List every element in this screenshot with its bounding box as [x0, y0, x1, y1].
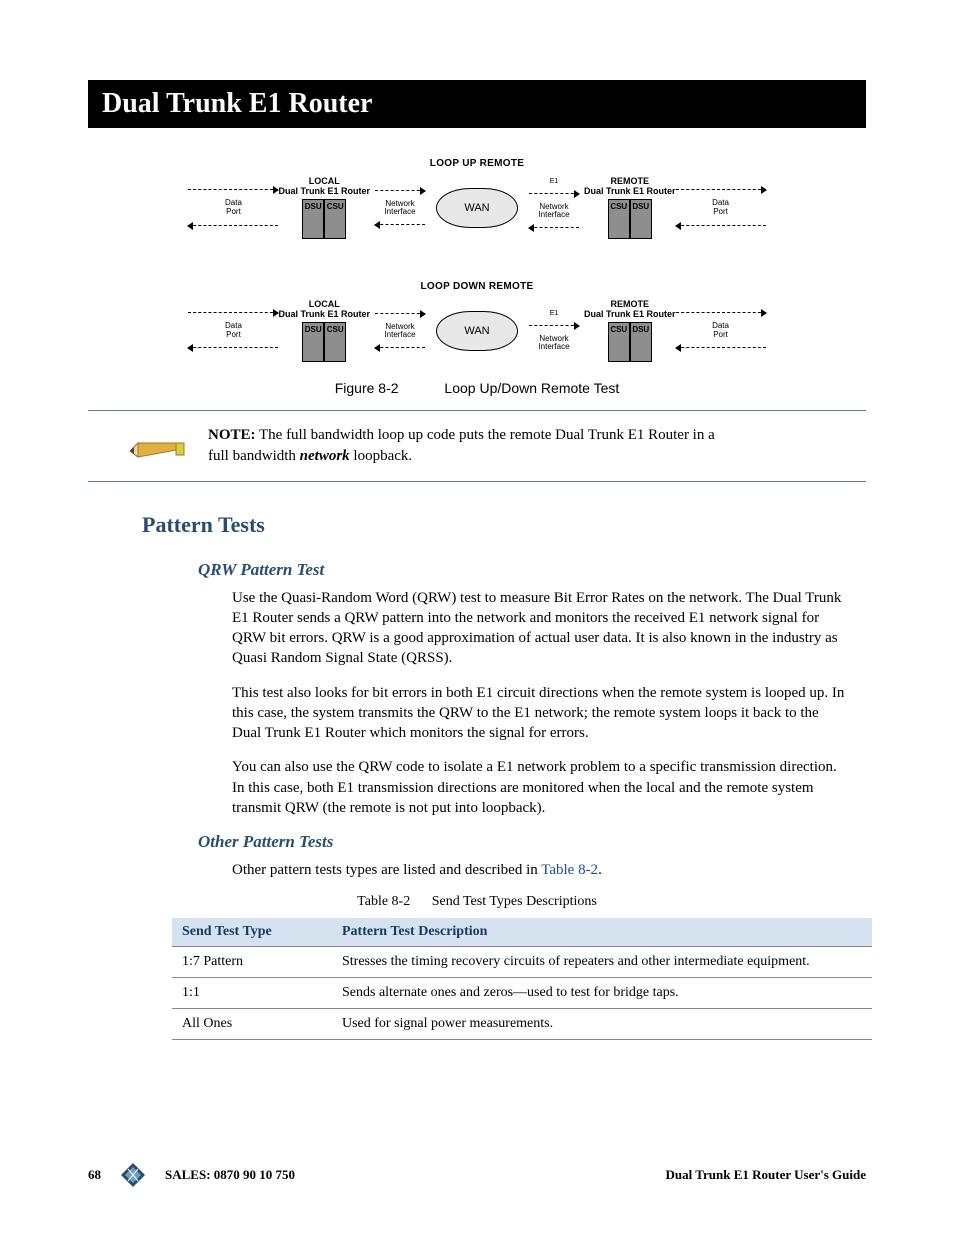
table-row: All Ones Used for signal power measureme… [172, 1009, 872, 1040]
page-title: Dual Trunk E1 Router [102, 88, 372, 119]
loop-diagram: LOOP UP REMOTE DataPort LOCALDual Trunk … [88, 152, 866, 410]
table-row: 1:7 Pattern Stresses the timing recovery… [172, 947, 872, 978]
note-block: NOTE: The full bandwidth loop up code pu… [88, 411, 866, 481]
arrow-right-icon [375, 190, 425, 192]
arrow-right-icon [676, 312, 766, 314]
page-number: 68 [88, 1167, 101, 1183]
arrow-right-icon [676, 189, 766, 191]
page-title-bar: Dual Trunk E1 Router [88, 80, 866, 128]
guide-title: Dual Trunk E1 Router User's Guide [666, 1167, 866, 1183]
diamond-logo-icon [115, 1161, 151, 1189]
table-header-row: Send Test Type Pattern Test Description [172, 918, 872, 947]
arrow-right-icon [188, 312, 278, 314]
pencil-icon [128, 427, 192, 461]
arrow-left-icon [529, 227, 579, 229]
netif-label: NetworkInterface [538, 203, 569, 219]
figure-caption: Figure 8-2 Loop Up/Down Remote Test [335, 380, 620, 396]
subheading-qrw: QRW Pattern Test [198, 560, 866, 580]
dsu-box: DSU [630, 199, 652, 239]
data-port-label: DataPort [712, 199, 729, 217]
send-test-table: Send Test Type Pattern Test Description … [172, 918, 872, 1040]
col-header-desc: Pattern Test Description [332, 918, 872, 947]
col-header-type: Send Test Type [172, 918, 332, 947]
remote-unit: REMOTEDual Trunk E1 Router CSU DSU [584, 177, 676, 239]
table-caption: Table 8-2 Send Test Types Descriptions [88, 894, 866, 910]
arrow-left-icon [188, 225, 278, 227]
arrow-right-icon [529, 325, 579, 327]
body-paragraph: Other pattern tests types are listed and… [232, 860, 848, 880]
subheading-other: Other Pattern Tests [198, 832, 866, 852]
arrow-left-icon [676, 347, 766, 349]
body-paragraph: You can also use the QRW code to isolate… [232, 757, 848, 818]
loop-down-row: DataPort LOCALDual Trunk E1 Router DSU C… [188, 300, 765, 362]
divider [88, 481, 866, 482]
arrow-left-icon [375, 347, 425, 349]
page: Dual Trunk E1 Router LOOP UP REMOTE Data… [0, 0, 954, 1235]
loop-up-title: LOOP UP REMOTE [430, 158, 524, 169]
arrow-right-icon [188, 189, 278, 191]
e1-label: E1 [550, 178, 559, 185]
csu-box: CSU [608, 199, 630, 239]
note-text: NOTE: The full bandwidth loop up code pu… [208, 425, 728, 467]
sales-text: SALES: 0870 90 10 750 [165, 1167, 295, 1183]
left-arrows: DataPort [188, 181, 278, 235]
local-unit: LOCALDual Trunk E1 Router DSU CSU [278, 177, 370, 239]
section-heading-pattern-tests: Pattern Tests [142, 512, 866, 538]
netif-label: NetworkInterface [384, 200, 415, 216]
arrow-left-icon [188, 347, 278, 349]
loop-up-row: DataPort LOCALDual Trunk E1 Router DSU C… [188, 177, 765, 239]
arrow-left-icon [676, 225, 766, 227]
body-paragraph: Use the Quasi-Random Word (QRW) test to … [232, 588, 848, 669]
arrow-right-icon [375, 313, 425, 315]
dsu-box: DSU [302, 199, 324, 239]
page-footer: 68 SALES: 0870 90 10 750 Dual Trunk E1 R… [88, 1161, 866, 1189]
loop-down-title: LOOP DOWN REMOTE [421, 281, 534, 292]
body-paragraph: This test also looks for bit errors in b… [232, 683, 848, 744]
right-arrows: DataPort [676, 181, 766, 235]
arrow-right-icon [529, 193, 579, 195]
table-row: 1:1 Sends alternate ones and zeros—used … [172, 978, 872, 1009]
csu-box: CSU [324, 199, 346, 239]
wan-cloud: WAN [436, 188, 518, 228]
table-link[interactable]: Table 8-2 [541, 862, 598, 878]
data-port-label: DataPort [225, 199, 242, 217]
arrow-left-icon [375, 224, 425, 226]
